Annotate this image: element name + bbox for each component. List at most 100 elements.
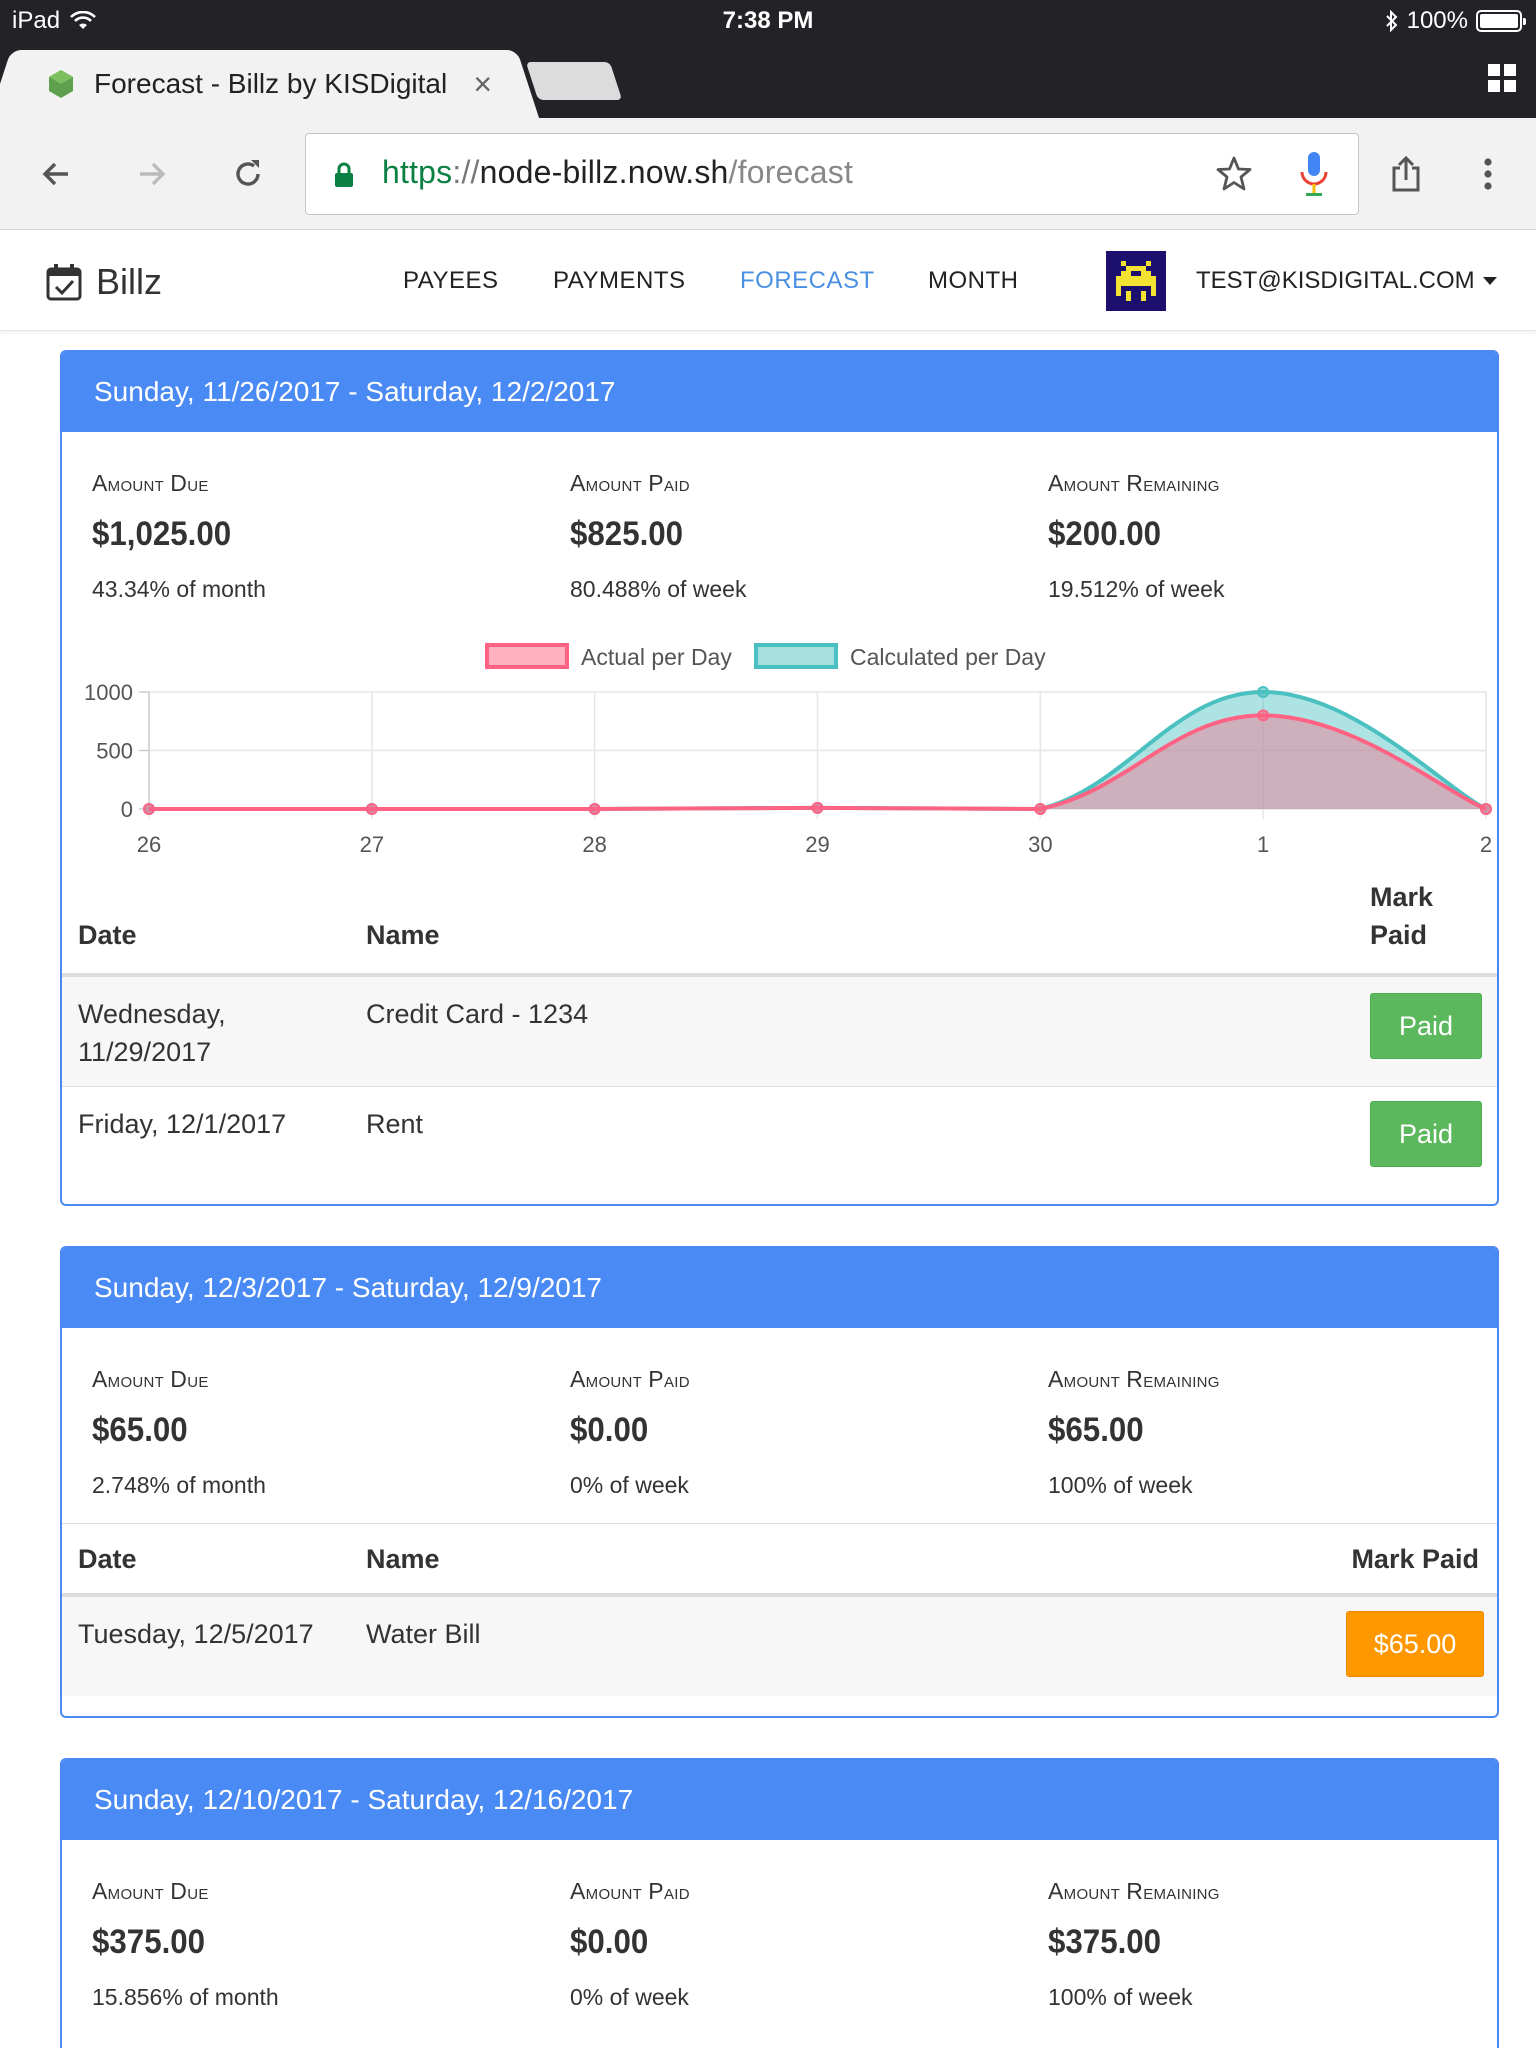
table-header: Date Name Mark Paid xyxy=(62,1524,1497,1596)
more-vert-icon[interactable] xyxy=(1462,148,1514,200)
table-header: Date Name Mark Paid xyxy=(62,882,1497,976)
week-stats: Amount Due $375.00 15.856% of month Amou… xyxy=(62,1840,1497,2040)
x-tick-label: 28 xyxy=(582,832,606,857)
x-tick-label: 29 xyxy=(805,832,829,857)
user-avatar[interactable] xyxy=(1106,251,1166,311)
y-tick-label: 1000 xyxy=(84,680,133,705)
mark-paid-button[interactable]: $65.00 xyxy=(1346,1611,1484,1677)
legend-label: Calculated per Day xyxy=(850,644,1046,670)
stat-amount-remaining: Amount Remaining $375.00 100% of week xyxy=(1048,1878,1220,2010)
url-text[interactable]: https://node-billz.now.sh/forecast xyxy=(382,154,853,191)
share-icon[interactable] xyxy=(1380,148,1432,200)
col-mark-paid-line2: Paid xyxy=(1370,920,1428,950)
table-row: Wednesday, 11/29/2017 Credit Card - 1234… xyxy=(62,976,1497,1086)
new-tab-button[interactable] xyxy=(525,62,623,100)
data-point xyxy=(1480,803,1492,815)
stat-amount-remaining: Amount Remaining $65.00 100% of week xyxy=(1048,1366,1220,1498)
area-chart-svg: 0 500 1000 26 27 28 29 30 1 2 Actual per Day Calcul… xyxy=(84,643,1492,857)
forward-arrow-icon[interactable] xyxy=(126,148,178,200)
reload-icon[interactable] xyxy=(222,148,274,200)
device-label: iPad xyxy=(12,7,61,34)
paid-button[interactable]: Paid xyxy=(1370,1101,1482,1167)
user-email: TEST@KISDIGITAL.COM xyxy=(1196,267,1475,294)
wifi-icon xyxy=(70,11,96,29)
col-date: Date xyxy=(78,1544,137,1574)
x-tick-label: 1 xyxy=(1257,832,1269,857)
table-row: Friday, 12/1/2017 Rent Paid xyxy=(62,1086,1497,1186)
stat-amount-remaining: Amount Remaining $200.00 19.512% of week xyxy=(1048,470,1225,602)
row-name: Water Bill xyxy=(366,1619,481,1649)
browser-top-bar: iPad 7:38 PM 100% Forecast - Billz by KI… xyxy=(0,0,1536,118)
legend-label: Actual per Day xyxy=(581,644,732,670)
week-stats: Amount Due $65.00 2.748% of month Amount… xyxy=(62,1328,1497,1524)
nav-month[interactable]: MONTH xyxy=(928,267,1018,295)
data-point xyxy=(811,801,824,814)
bluetooth-icon xyxy=(1385,10,1398,32)
stat-amount-paid: Amount Paid $0.00 0% of week xyxy=(570,1878,690,2010)
week-stats: Amount Due $1,025.00 43.34% of month Amo… xyxy=(62,432,1497,632)
microphone-icon[interactable] xyxy=(1296,150,1332,198)
week-heading: Sunday, 11/26/2017 - Saturday, 12/2/2017 xyxy=(62,352,1497,432)
stat-amount-paid: Amount Paid $0.00 0% of week xyxy=(570,1366,690,1498)
paid-button[interactable]: Paid xyxy=(1370,993,1482,1059)
bills-table: Date Name Mark Paid Tuesday, 12/5/2017 W… xyxy=(62,1524,1497,1696)
col-date: Date xyxy=(78,920,137,950)
x-tick-label: 30 xyxy=(1028,832,1052,857)
col-mark-paid-line1: Mark xyxy=(1370,882,1434,912)
row-date-line1: Wednesday, xyxy=(78,999,226,1029)
status-time: 7:38 PM xyxy=(722,7,814,34)
bookmark-star-icon[interactable] xyxy=(1214,154,1254,194)
week-heading: Sunday, 12/3/2017 - Saturday, 12/9/2017 xyxy=(62,1248,1497,1328)
row-name: Credit Card - 1234 xyxy=(366,999,589,1029)
y-tick-label: 500 xyxy=(96,739,133,764)
row-name: Rent xyxy=(366,1109,424,1139)
table-row: Tuesday, 12/5/2017 Water Bill $65.00 xyxy=(62,1596,1497,1696)
user-menu-toggle[interactable]: TEST@KISDIGITAL.COM xyxy=(1196,267,1497,295)
ios-status-bar: iPad 7:38 PM 100% xyxy=(0,0,1536,42)
data-point xyxy=(1034,803,1047,815)
browser-toolbar: https://node-billz.now.sh/forecast xyxy=(0,118,1536,230)
stat-amount-due: Amount Due $375.00 15.856% of month xyxy=(92,1878,279,2010)
col-name: Name xyxy=(366,1544,440,1574)
browser-tab-active[interactable]: Forecast - Billz by KISDigital × xyxy=(14,50,514,118)
stat-amount-due: Amount Due $1,025.00 43.34% of month xyxy=(92,470,266,602)
week-panel: Sunday, 11/26/2017 - Saturday, 12/2/2017… xyxy=(60,350,1499,1206)
battery-icon xyxy=(1476,10,1526,32)
week-panel: Sunday, 12/3/2017 - Saturday, 12/9/2017 … xyxy=(60,1246,1499,1718)
tab-switcher-icon[interactable] xyxy=(1486,62,1518,94)
address-bar[interactable]: https://node-billz.now.sh/forecast xyxy=(305,133,1359,215)
brand-name: Billz xyxy=(96,261,163,302)
app-navbar: Billz PAYEES PAYMENTS FORECAST MONTH TES… xyxy=(0,231,1536,331)
x-tick-label: 2 xyxy=(1480,832,1492,857)
y-tick-label: 0 xyxy=(121,797,133,822)
row-date-line2: 11/29/2017 xyxy=(78,1037,212,1067)
forecast-chart: 0 500 1000 26 27 28 29 30 1 2 Actual per Day Calcul… xyxy=(62,632,1497,882)
nav-payees[interactable]: PAYEES xyxy=(403,267,498,295)
bills-table: Date Name Mark Paid Wednesday, 11/29/201… xyxy=(62,882,1497,1186)
nav-payments[interactable]: PAYMENTS xyxy=(553,267,685,295)
x-tick-label: 26 xyxy=(137,832,161,857)
col-mark-paid: Mark Paid xyxy=(1351,1544,1479,1574)
tab-title: Forecast - Billz by KISDigital xyxy=(94,68,448,99)
stat-amount-paid: Amount Paid $825.00 80.488% of week xyxy=(570,470,747,602)
back-arrow-icon[interactable] xyxy=(30,148,82,200)
data-point xyxy=(588,803,601,815)
calendar-check-icon xyxy=(46,264,82,301)
data-point xyxy=(1257,686,1270,698)
row-date: Tuesday, 12/5/2017 xyxy=(78,1619,314,1649)
caret-down-icon xyxy=(1482,277,1497,285)
week-heading: Sunday, 12/10/2017 - Saturday, 12/16/201… xyxy=(62,1760,1497,1840)
tab-close-icon[interactable]: × xyxy=(473,66,492,103)
brand-link[interactable]: Billz xyxy=(46,261,162,303)
x-tick-label: 27 xyxy=(360,832,384,857)
nodejs-hexagon-icon xyxy=(49,70,73,98)
data-point xyxy=(1257,709,1270,722)
data-point xyxy=(143,803,155,815)
col-name: Name xyxy=(366,920,440,950)
nav-forecast[interactable]: FORECAST xyxy=(740,267,875,295)
legend-swatch xyxy=(485,643,569,669)
row-date: Friday, 12/1/2017 xyxy=(78,1109,287,1139)
battery-percent: 100% xyxy=(1406,7,1468,34)
stat-amount-due: Amount Due $65.00 2.748% of month xyxy=(92,1366,266,1498)
lock-icon xyxy=(335,162,353,187)
